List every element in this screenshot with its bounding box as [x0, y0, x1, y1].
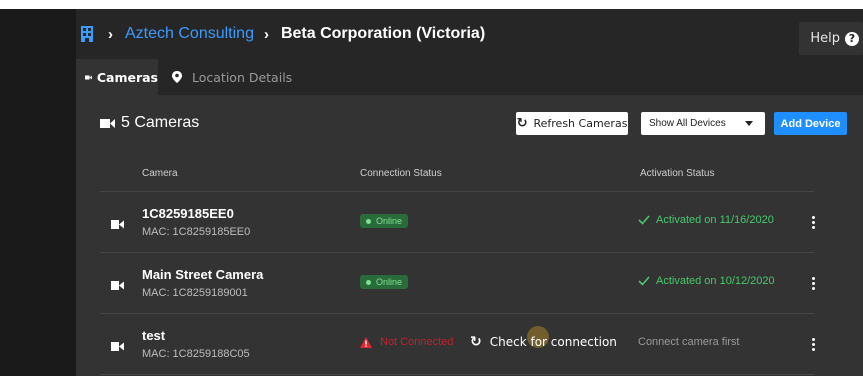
- checkmark-icon: [638, 276, 650, 286]
- help-button[interactable]: Help ?: [799, 22, 863, 55]
- check-connection-button[interactable]: ↻ Check for connection: [470, 334, 617, 350]
- activation-status: Activated on 10/12/2020: [638, 275, 775, 287]
- breadcrumb: › Aztech Consulting › Beta Corporation (…: [80, 9, 485, 59]
- activation-text: Activated on 10/12/2020: [656, 275, 775, 287]
- chevron-right-icon: ›: [263, 25, 269, 43]
- camera-name[interactable]: Main Street Camera: [142, 267, 263, 282]
- refresh-icon: ↻: [470, 334, 482, 350]
- video-camera-icon: [111, 342, 124, 351]
- table-row: test MAC: 1C8259188C05 Not Connected ↻ C…: [100, 314, 816, 374]
- building-icon: [81, 26, 93, 42]
- camera-mac: MAC: 1C8259188C05: [142, 348, 250, 360]
- activation-status: Activated on 11/16/2020: [638, 214, 774, 226]
- column-header-connection-status: Connection Status: [360, 168, 442, 179]
- column-header-activation-status: Activation Status: [640, 168, 715, 179]
- breadcrumb-org-link[interactable]: Aztech Consulting: [125, 25, 254, 43]
- chevron-right-icon: ›: [108, 25, 113, 43]
- status-badge: Online: [360, 214, 409, 228]
- activation-text: Connect camera first: [638, 336, 740, 348]
- divider: [100, 374, 814, 375]
- map-pin-icon: [172, 71, 182, 83]
- device-filter-value: Show All Devices: [649, 118, 726, 129]
- header: › Aztech Consulting › Beta Corporation (…: [76, 9, 863, 59]
- warning-triangle-icon: [360, 336, 372, 348]
- tab-bar: Cameras Location Details: [76, 59, 863, 95]
- camera-mac: MAC: 1C8259189001: [142, 287, 248, 299]
- refresh-icon: ↻: [516, 116, 528, 131]
- status-dot-icon: [366, 218, 371, 224]
- video-camera-icon: [85, 75, 92, 79]
- status-text: Not Connected: [380, 336, 454, 348]
- tab-location-label: Location Details: [192, 69, 293, 85]
- table-row: Main Street Camera MAC: 1C8259189001 Onl…: [100, 253, 816, 313]
- more-options-icon[interactable]: [812, 338, 816, 353]
- top-border: [0, 0, 863, 9]
- status-badge: Online: [360, 275, 409, 289]
- table-row: 1C8259185EE0 MAC: 1C8259185EE0 Online Ac…: [100, 192, 816, 252]
- help-label: Help: [810, 31, 840, 46]
- status-text: Online: [376, 277, 403, 287]
- camera-name[interactable]: 1C8259185EE0: [142, 206, 234, 221]
- question-circle-icon: ?: [845, 31, 859, 46]
- tab-cameras[interactable]: Cameras: [76, 59, 158, 95]
- camera-name[interactable]: test: [142, 328, 165, 343]
- breadcrumb-site: Beta Corporation (Victoria): [280, 25, 486, 42]
- more-options-icon[interactable]: [812, 216, 816, 231]
- activation-text: Activated on 11/16/2020: [656, 214, 774, 226]
- status-dot-icon: [366, 279, 371, 285]
- panel-title: 5 Cameras: [100, 114, 199, 132]
- more-options-icon[interactable]: [812, 277, 816, 292]
- refresh-label: Refresh Cameras: [533, 117, 628, 130]
- add-device-button[interactable]: Add Device: [774, 112, 847, 135]
- status-not-connected: Not Connected: [360, 336, 453, 348]
- refresh-cameras-button[interactable]: ↻ Refresh Cameras: [516, 112, 628, 135]
- camera-count: 5 Cameras: [121, 114, 200, 131]
- checkmark-icon: [638, 215, 650, 225]
- caret-down-icon: [745, 121, 753, 126]
- check-connection-label: Check for connection: [489, 335, 617, 349]
- status-text: Online: [376, 216, 403, 226]
- video-camera-icon: [100, 118, 115, 128]
- device-filter-select[interactable]: Show All Devices: [641, 112, 765, 135]
- tab-location-details[interactable]: Location Details: [172, 59, 292, 95]
- video-camera-icon: [111, 220, 124, 229]
- tab-cameras-label: Cameras: [96, 69, 158, 85]
- column-header-camera: Camera: [142, 168, 178, 179]
- cameras-panel: 5 Cameras ↻ Refresh Cameras Show All Dev…: [76, 95, 863, 376]
- camera-mac: MAC: 1C8259185EE0: [142, 226, 251, 238]
- left-sidebar: [0, 9, 76, 376]
- video-camera-icon: [111, 281, 124, 290]
